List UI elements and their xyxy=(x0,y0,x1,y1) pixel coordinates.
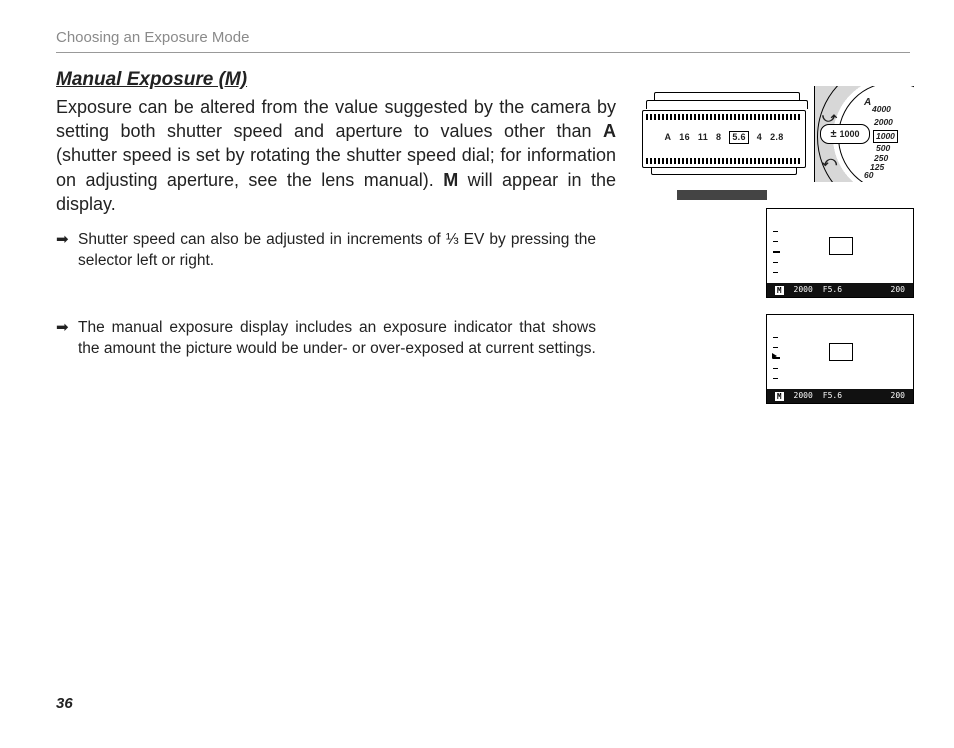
dial-value: 2000 xyxy=(874,117,893,128)
focus-frame-icon xyxy=(829,343,853,361)
list-item: ➡ The manual exposure display includes a… xyxy=(56,318,596,360)
manual-page: Choosing an Exposure Mode Manual Exposur… xyxy=(0,0,954,748)
aperture-value-selected: 5.6 xyxy=(729,131,748,144)
aperture-value: 16 xyxy=(679,131,690,144)
bullet-text: The manual exposure display includes an … xyxy=(78,318,596,360)
lens-diagram: A 16 11 8 5.6 4 2.8 xyxy=(642,88,812,180)
evf-shutter: 2000 xyxy=(794,285,813,296)
aperture-value: 4 xyxy=(757,131,762,144)
exposure-indicator-icon xyxy=(773,231,779,273)
page-number: 36 xyxy=(56,694,73,714)
evf-shutter: 2000 xyxy=(794,391,813,402)
dial-value-selected: 1000 xyxy=(873,130,898,143)
aperture-value: A xyxy=(664,131,671,144)
arrow-bullet-icon: ➡ xyxy=(56,230,70,272)
dial-selected-badge: ± 1000 xyxy=(820,124,870,144)
mode-badge: M xyxy=(775,392,784,401)
evf-info-bar: M 2000 F5.6 200 xyxy=(767,389,913,403)
aperture-scale: A 16 11 8 5.6 4 2.8 xyxy=(643,131,805,144)
dial-badge-value: 1000 xyxy=(840,128,860,140)
aperture-value: 2.8 xyxy=(770,131,783,144)
evf-iso: 200 xyxy=(891,285,905,296)
plus-minus-icon: ± xyxy=(830,127,836,142)
dial-value: 4000 xyxy=(872,104,891,115)
dial-value: 60 xyxy=(864,170,873,181)
evf-display-2: M 2000 F5.6 200 xyxy=(766,314,914,404)
running-head: Choosing an Exposure Mode xyxy=(56,28,910,53)
bold-a: A xyxy=(603,121,616,141)
bullet-text: Shutter speed can also be adjusted in in… xyxy=(78,230,596,272)
dial-value: A xyxy=(864,96,871,110)
evf-info-bar: M 2000 F5.6 200 xyxy=(767,283,913,297)
evf-aperture: F5.6 xyxy=(823,285,842,296)
body-paragraph: Exposure can be altered from the value s… xyxy=(56,95,616,216)
exposure-pointer-icon xyxy=(772,353,777,359)
bold-m: M xyxy=(443,170,458,190)
bullet-list: ➡ Shutter speed can also be adjusted in … xyxy=(56,230,596,360)
aperture-value: 8 xyxy=(716,131,721,144)
mode-badge: M xyxy=(775,286,784,295)
body-seg: Exposure can be altered from the value s… xyxy=(56,97,616,141)
aperture-value: 11 xyxy=(698,131,708,144)
shutter-dial-diagram: A 4000 2000 1000 500 250 125 60 ⤻ ⤺ ± 10… xyxy=(814,86,914,182)
exposure-indicator-icon xyxy=(773,337,779,379)
evf-iso: 200 xyxy=(891,391,905,402)
arrow-bullet-icon: ➡ xyxy=(56,318,70,360)
evf-display-1: M 2000 F5.6 200 xyxy=(766,208,914,298)
list-item: ➡ Shutter speed can also be adjusted in … xyxy=(56,230,596,272)
evf-aperture: F5.6 xyxy=(823,391,842,402)
focus-frame-icon xyxy=(829,237,853,255)
